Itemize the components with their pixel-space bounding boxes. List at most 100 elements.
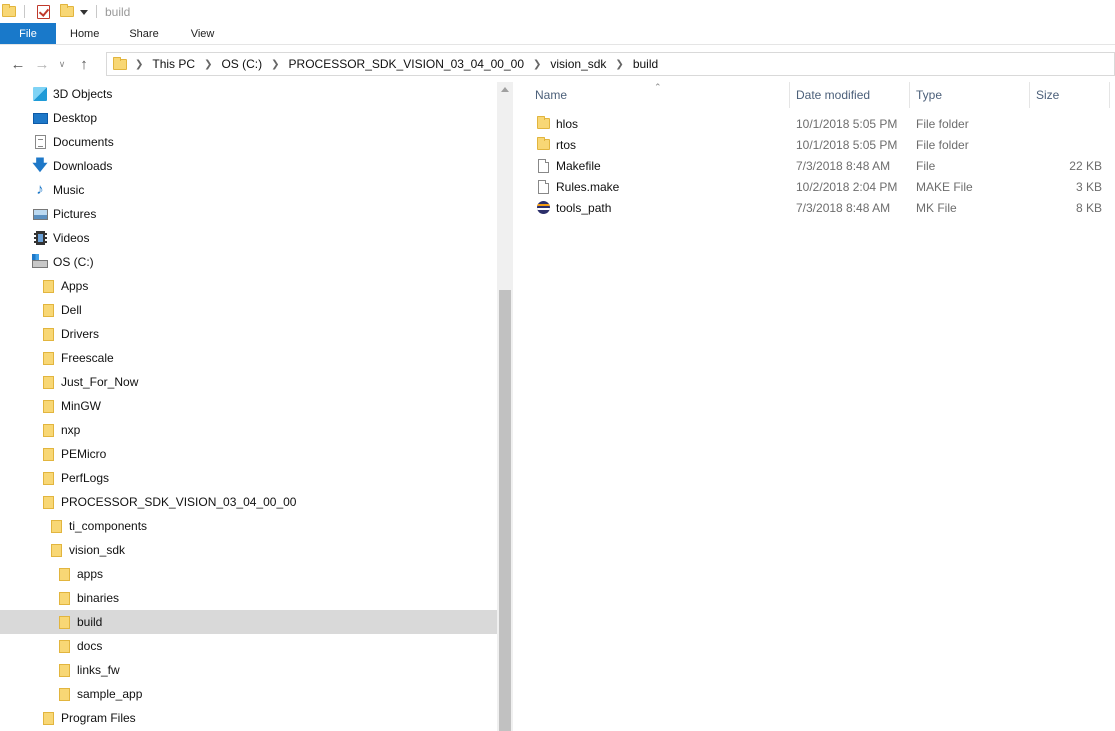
breadcrumb-this-pc[interactable]: This PC xyxy=(149,57,198,71)
title-bar: build xyxy=(0,0,1115,23)
folder-icon xyxy=(58,615,70,629)
sidebar-item-label: Pictures xyxy=(53,207,97,221)
breadcrumb-vision-sdk[interactable]: vision_sdk xyxy=(547,57,609,71)
ribbon-tabs: File Home Share View xyxy=(0,23,1115,45)
sidebar-item-ti-components[interactable]: ti_components xyxy=(0,514,497,538)
sidebar-item-label: docs xyxy=(77,639,103,653)
file-name: Rules.make xyxy=(556,179,620,194)
navigation-pane: 3D Objects Desktop Documents 🡇 Downloads… xyxy=(0,82,497,731)
sidebar-item-freescale[interactable]: Freescale xyxy=(0,346,497,370)
folder-icon xyxy=(2,4,16,17)
sidebar-item-apps[interactable]: Apps xyxy=(0,274,497,298)
sidebar-item-label: binaries xyxy=(77,591,120,605)
navigation-bar: ← → ∨ ↑ ❯ This PC ❯ OS (C:) ❯ PROCESSOR_… xyxy=(0,50,1115,78)
scrollbar-thumb[interactable] xyxy=(499,290,511,731)
column-header-size[interactable]: Size xyxy=(1036,82,1059,108)
folder-icon xyxy=(42,303,54,317)
column-divider[interactable] xyxy=(1029,82,1030,108)
sidebar-item-desktop[interactable]: Desktop xyxy=(0,106,497,130)
folder-icon xyxy=(58,591,70,605)
sidebar-item-label: Just_For_Now xyxy=(61,375,139,389)
sidebar-item-label: 3D Objects xyxy=(53,87,113,101)
table-row[interactable]: rtos 10/1/2018 5:05 PM File folder xyxy=(513,134,1115,155)
recent-locations-chevron-icon[interactable]: ∨ xyxy=(55,53,69,75)
file-name: hlos xyxy=(556,116,579,131)
sidebar-item-program-files[interactable]: Program Files xyxy=(0,706,497,730)
sidebar-item-nxp[interactable]: nxp xyxy=(0,418,497,442)
tab-share[interactable]: Share xyxy=(113,23,174,44)
music-icon: ♪ xyxy=(36,181,44,198)
downloads-icon: 🡇 xyxy=(32,157,48,174)
column-divider[interactable] xyxy=(909,82,910,108)
chevron-right-icon[interactable]: ❯ xyxy=(127,59,149,70)
sidebar-item-drivers[interactable]: Drivers xyxy=(0,322,497,346)
folder-icon xyxy=(50,519,62,533)
column-divider[interactable] xyxy=(789,82,790,108)
sidebar-item-mingw[interactable]: MinGW xyxy=(0,394,497,418)
sidebar-item-docs[interactable]: docs xyxy=(0,634,497,658)
customize-toolbar-chevron-icon[interactable] xyxy=(80,10,88,15)
sidebar-item-processor-sdk[interactable]: PROCESSOR_SDK_VISION_03_04_00_00 xyxy=(0,490,497,514)
sidebar-item-just-for-now[interactable]: Just_For_Now xyxy=(0,370,497,394)
sidebar-item-links-fw[interactable]: links_fw xyxy=(0,658,497,682)
tab-file[interactable]: File xyxy=(0,23,56,44)
file-size xyxy=(1033,113,1102,134)
sidebar-item-perflogs[interactable]: PerfLogs xyxy=(0,466,497,490)
sidebar-item-apps-sub[interactable]: apps xyxy=(0,562,497,586)
column-header-date-modified[interactable]: Date modified xyxy=(796,82,870,108)
column-divider[interactable] xyxy=(1109,82,1110,108)
sidebar-item-videos[interactable]: Videos xyxy=(0,226,497,250)
breadcrumb-build[interactable]: build xyxy=(630,57,661,71)
folder-icon xyxy=(42,375,54,389)
column-header-name[interactable]: Name xyxy=(535,82,567,108)
table-row[interactable]: hlos 10/1/2018 5:05 PM File folder xyxy=(513,113,1115,134)
sidebar-item-downloads[interactable]: 🡇 Downloads xyxy=(0,154,497,178)
up-arrow-icon[interactable]: ↑ xyxy=(73,53,95,75)
sidebar-item-pemicro[interactable]: PEMicro xyxy=(0,442,497,466)
new-folder-icon[interactable] xyxy=(60,4,74,17)
back-arrow-icon[interactable]: ← xyxy=(7,53,29,75)
chevron-right-icon[interactable]: ❯ xyxy=(265,59,285,70)
table-row[interactable]: Makefile 7/3/2018 8:48 AM File 22 KB xyxy=(513,155,1115,176)
chevron-right-icon[interactable]: ❯ xyxy=(609,59,629,70)
file-date: 7/3/2018 8:48 AM xyxy=(796,158,891,173)
file-size: 3 KB xyxy=(1075,179,1102,194)
column-header-type[interactable]: Type xyxy=(916,82,942,108)
tab-view[interactable]: View xyxy=(175,23,231,44)
sidebar-item-pictures[interactable]: Pictures xyxy=(0,202,497,226)
table-row[interactable]: tools_path 7/3/2018 8:48 AM MK File 8 KB xyxy=(513,197,1115,218)
sidebar-item-3d-objects[interactable]: 3D Objects xyxy=(0,82,497,106)
breadcrumb-processor-sdk[interactable]: PROCESSOR_SDK_VISION_03_04_00_00 xyxy=(286,57,527,71)
folder-icon xyxy=(42,447,54,461)
file-date: 10/1/2018 5:05 PM xyxy=(796,116,898,131)
sidebar-item-label: sample_app xyxy=(77,687,143,701)
sidebar-item-build[interactable]: build xyxy=(0,610,497,634)
sidebar-item-dell[interactable]: Dell xyxy=(0,298,497,322)
sidebar-item-os-c[interactable]: OS (C:) xyxy=(0,250,497,274)
sidebar-item-binaries[interactable]: binaries xyxy=(0,586,497,610)
file-type: File folder xyxy=(916,137,969,152)
videos-icon xyxy=(33,231,47,245)
file-type: File xyxy=(916,158,936,173)
sidebar-item-label: vision_sdk xyxy=(69,543,126,557)
address-bar[interactable]: ❯ This PC ❯ OS (C:) ❯ PROCESSOR_SDK_VISI… xyxy=(106,52,1115,76)
chevron-right-icon[interactable]: ❯ xyxy=(527,59,547,70)
forward-arrow-icon[interactable]: → xyxy=(31,53,53,75)
navigation-pane-scrollbar[interactable] xyxy=(497,82,513,731)
drive-icon xyxy=(32,254,48,268)
window-title: build xyxy=(105,4,131,19)
tab-home[interactable]: Home xyxy=(56,23,113,44)
properties-icon[interactable] xyxy=(37,4,50,19)
sidebar-item-music[interactable]: ♪ Music xyxy=(0,178,497,202)
sidebar-item-vision-sdk[interactable]: vision_sdk xyxy=(0,538,497,562)
scroll-up-arrow-icon[interactable] xyxy=(501,87,509,92)
sidebar-item-label: MinGW xyxy=(61,399,101,413)
table-row[interactable]: Rules.make 10/2/2018 2:04 PM MAKE File 3… xyxy=(513,176,1115,197)
sidebar-item-documents[interactable]: Documents xyxy=(0,130,497,154)
sidebar-item-label: Documents xyxy=(53,135,114,149)
breadcrumb-os-c[interactable]: OS (C:) xyxy=(218,57,265,71)
sidebar-item-label: Apps xyxy=(61,279,89,293)
sidebar-item-label: PROCESSOR_SDK_VISION_03_04_00_00 xyxy=(61,495,297,509)
chevron-right-icon[interactable]: ❯ xyxy=(198,59,218,70)
sidebar-item-sample-app[interactable]: sample_app xyxy=(0,682,497,706)
